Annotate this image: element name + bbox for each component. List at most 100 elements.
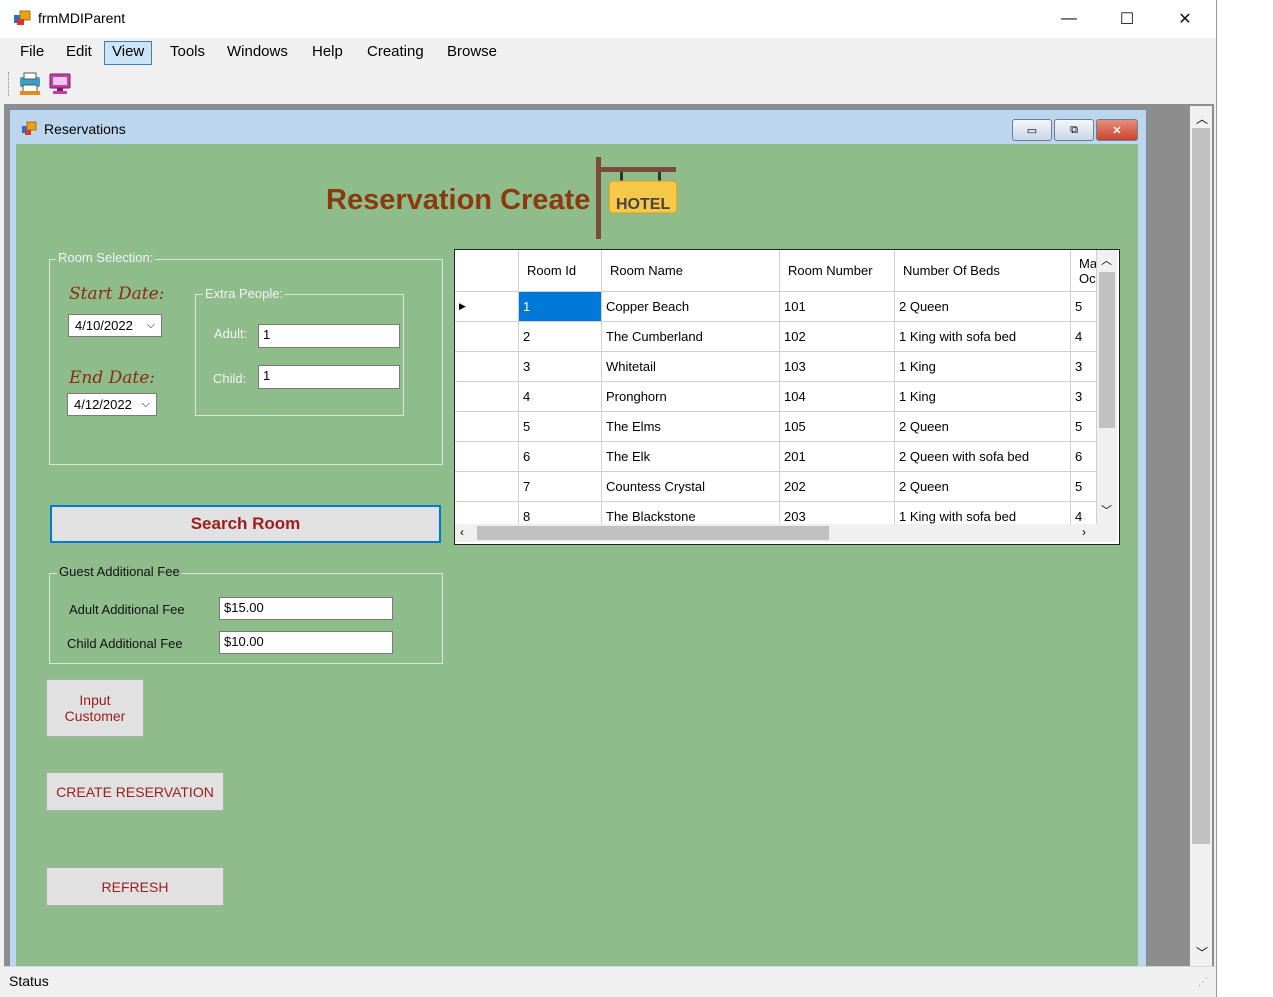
menu-view[interactable]: View [104,41,153,65]
column-header[interactable]: Number Of Beds [895,250,1071,292]
grid-cell[interactable]: 2 Queen [895,292,1071,322]
grid-vertical-scrollbar[interactable]: ︿ ﹀ [1097,250,1117,524]
grid-cell[interactable]: 202 [780,472,895,502]
grid-cell[interactable]: 5 [1071,292,1097,322]
grid-cell[interactable]: 5 [1071,472,1097,502]
grid-cell[interactable]: The Cumberland [602,322,780,352]
start-date-picker[interactable]: 4/10/2022 ⌵ [68,314,162,337]
row-header[interactable] [455,382,519,412]
grid-cell[interactable]: The Elms [602,412,780,442]
mdi-vertical-scrollbar[interactable]: ︿ ﹀ [1190,106,1212,966]
row-header[interactable] [455,352,519,382]
grid-cell[interactable]: 105 [780,412,895,442]
column-header[interactable]: Room Name [602,250,780,292]
grid-cell[interactable]: The Elk [602,442,780,472]
computer-icon[interactable] [47,71,73,97]
grid-cell[interactable]: 5 [1071,412,1097,442]
column-header[interactable]: Ma Oc [1071,250,1097,292]
grid-cell[interactable]: 2 [519,322,602,352]
start-date-value: 4/10/2022 [75,318,133,333]
maximize-button[interactable]: ☐ [1098,0,1156,38]
column-header[interactable]: Room Number [780,250,895,292]
grid-cell[interactable]: 1 King with sofa bed [895,322,1071,352]
scroll-left-icon[interactable]: ‹ [460,525,464,539]
grid-cell[interactable]: 2 Queen [895,472,1071,502]
row-header[interactable]: ▶ [455,292,519,322]
grid-cell[interactable]: 2 Queen [895,412,1071,442]
grid-scroll-thumb[interactable] [1099,272,1115,428]
adult-count-input[interactable]: 1 [258,324,400,348]
grid-cell[interactable]: Whitetail [602,352,780,382]
page-title: Reservation Create [326,184,591,216]
grid-cell[interactable]: 3 [1071,352,1097,382]
scroll-thumb[interactable] [1192,128,1210,844]
minimize-button[interactable]: — [1040,0,1098,38]
status-bar: Status ⋰ [4,966,1216,995]
grid-cell[interactable]: 1 King [895,382,1071,412]
input-customer-button[interactable]: Input Customer [46,679,144,737]
grid-cell[interactable]: 3 [519,352,602,382]
child-close-button[interactable]: ✕ [1096,119,1138,141]
search-room-button[interactable]: Search Room [50,505,441,543]
grid-cell[interactable]: 101 [780,292,895,322]
scroll-right-icon[interactable]: › [1082,525,1086,539]
grid-cell[interactable]: 201 [780,442,895,472]
grid-horizontal-scrollbar[interactable]: ‹ › [455,524,1097,542]
grid-cell[interactable]: 103 [780,352,895,382]
child-count-input[interactable]: 1 [258,365,400,389]
close-icon: ✕ [1112,124,1122,137]
minimize-icon: ▭ [1026,124,1038,137]
scroll-down-icon[interactable]: ﹀ [1196,944,1208,961]
grid-cell[interactable]: 6 [519,442,602,472]
adult-fee-label: Adult Additional Fee [69,602,185,617]
extra-people-legend: Extra People: [203,286,286,301]
scroll-up-icon[interactable]: ︿ [1196,110,1208,127]
maximize-icon: ☐ [1119,11,1135,28]
grid-cell[interactable]: 6 [1071,442,1097,472]
rooms-grid[interactable]: Room Id Room Name Room Number Number Of Bed… [454,249,1120,545]
grid-cell[interactable]: Pronghorn [602,382,780,412]
minimize-icon: — [1061,10,1077,27]
menu-tools[interactable]: Tools [163,41,212,63]
menu-browse[interactable]: Browse [440,41,504,63]
grid-corner-header [455,250,519,292]
toolbar-grip[interactable] [8,72,11,96]
resize-grip-icon[interactable]: ⋰ [1198,977,1208,988]
grid-hscroll-thumb[interactable] [477,526,829,540]
grid-cell[interactable]: 4 [519,382,602,412]
menu-edit[interactable]: Edit [59,41,99,63]
row-header[interactable] [455,322,519,352]
refresh-button[interactable]: REFRESH [46,867,224,906]
grid-cell[interactable]: 5 [519,412,602,442]
grid-cell[interactable]: Countess Crystal [602,472,780,502]
grid-cell[interactable]: Copper Beach [602,292,780,322]
grid-cell[interactable]: 104 [780,382,895,412]
create-reservation-button[interactable]: CREATE RESERVATION [46,772,224,811]
row-header[interactable] [455,472,519,502]
row-header[interactable] [455,442,519,472]
grid-cell[interactable]: 4 [1071,322,1097,352]
print-preview-icon[interactable] [17,71,43,97]
menu-creating[interactable]: Creating [360,41,431,63]
grid-cell[interactable]: 1 King [895,352,1071,382]
end-date-value: 4/12/2022 [74,397,132,412]
scroll-down-icon[interactable]: ﹀ [1101,502,1112,518]
scroll-up-icon[interactable]: ︿ [1101,252,1112,268]
menu-windows[interactable]: Windows [220,41,295,63]
child-minimize-button[interactable]: ▭ [1012,119,1052,141]
adult-label: Adult: [214,326,248,341]
grid-cell[interactable]: 3 [1071,382,1097,412]
row-header[interactable] [455,412,519,442]
menu-help[interactable]: Help [305,41,350,63]
child-restore-button[interactable]: ⧉ [1054,119,1094,141]
menu-file[interactable]: File [13,41,51,63]
adult-fee-input[interactable]: $15.00 [219,597,393,620]
grid-cell[interactable]: 2 Queen with sofa bed [895,442,1071,472]
column-header[interactable]: Room Id [519,250,602,292]
close-button[interactable]: ✕ [1156,0,1214,38]
grid-cell[interactable]: 1 [519,292,602,322]
end-date-picker[interactable]: 4/12/2022 ⌵ [67,393,157,416]
child-fee-input[interactable]: $10.00 [219,631,393,654]
grid-cell[interactable]: 7 [519,472,602,502]
grid-cell[interactable]: 102 [780,322,895,352]
